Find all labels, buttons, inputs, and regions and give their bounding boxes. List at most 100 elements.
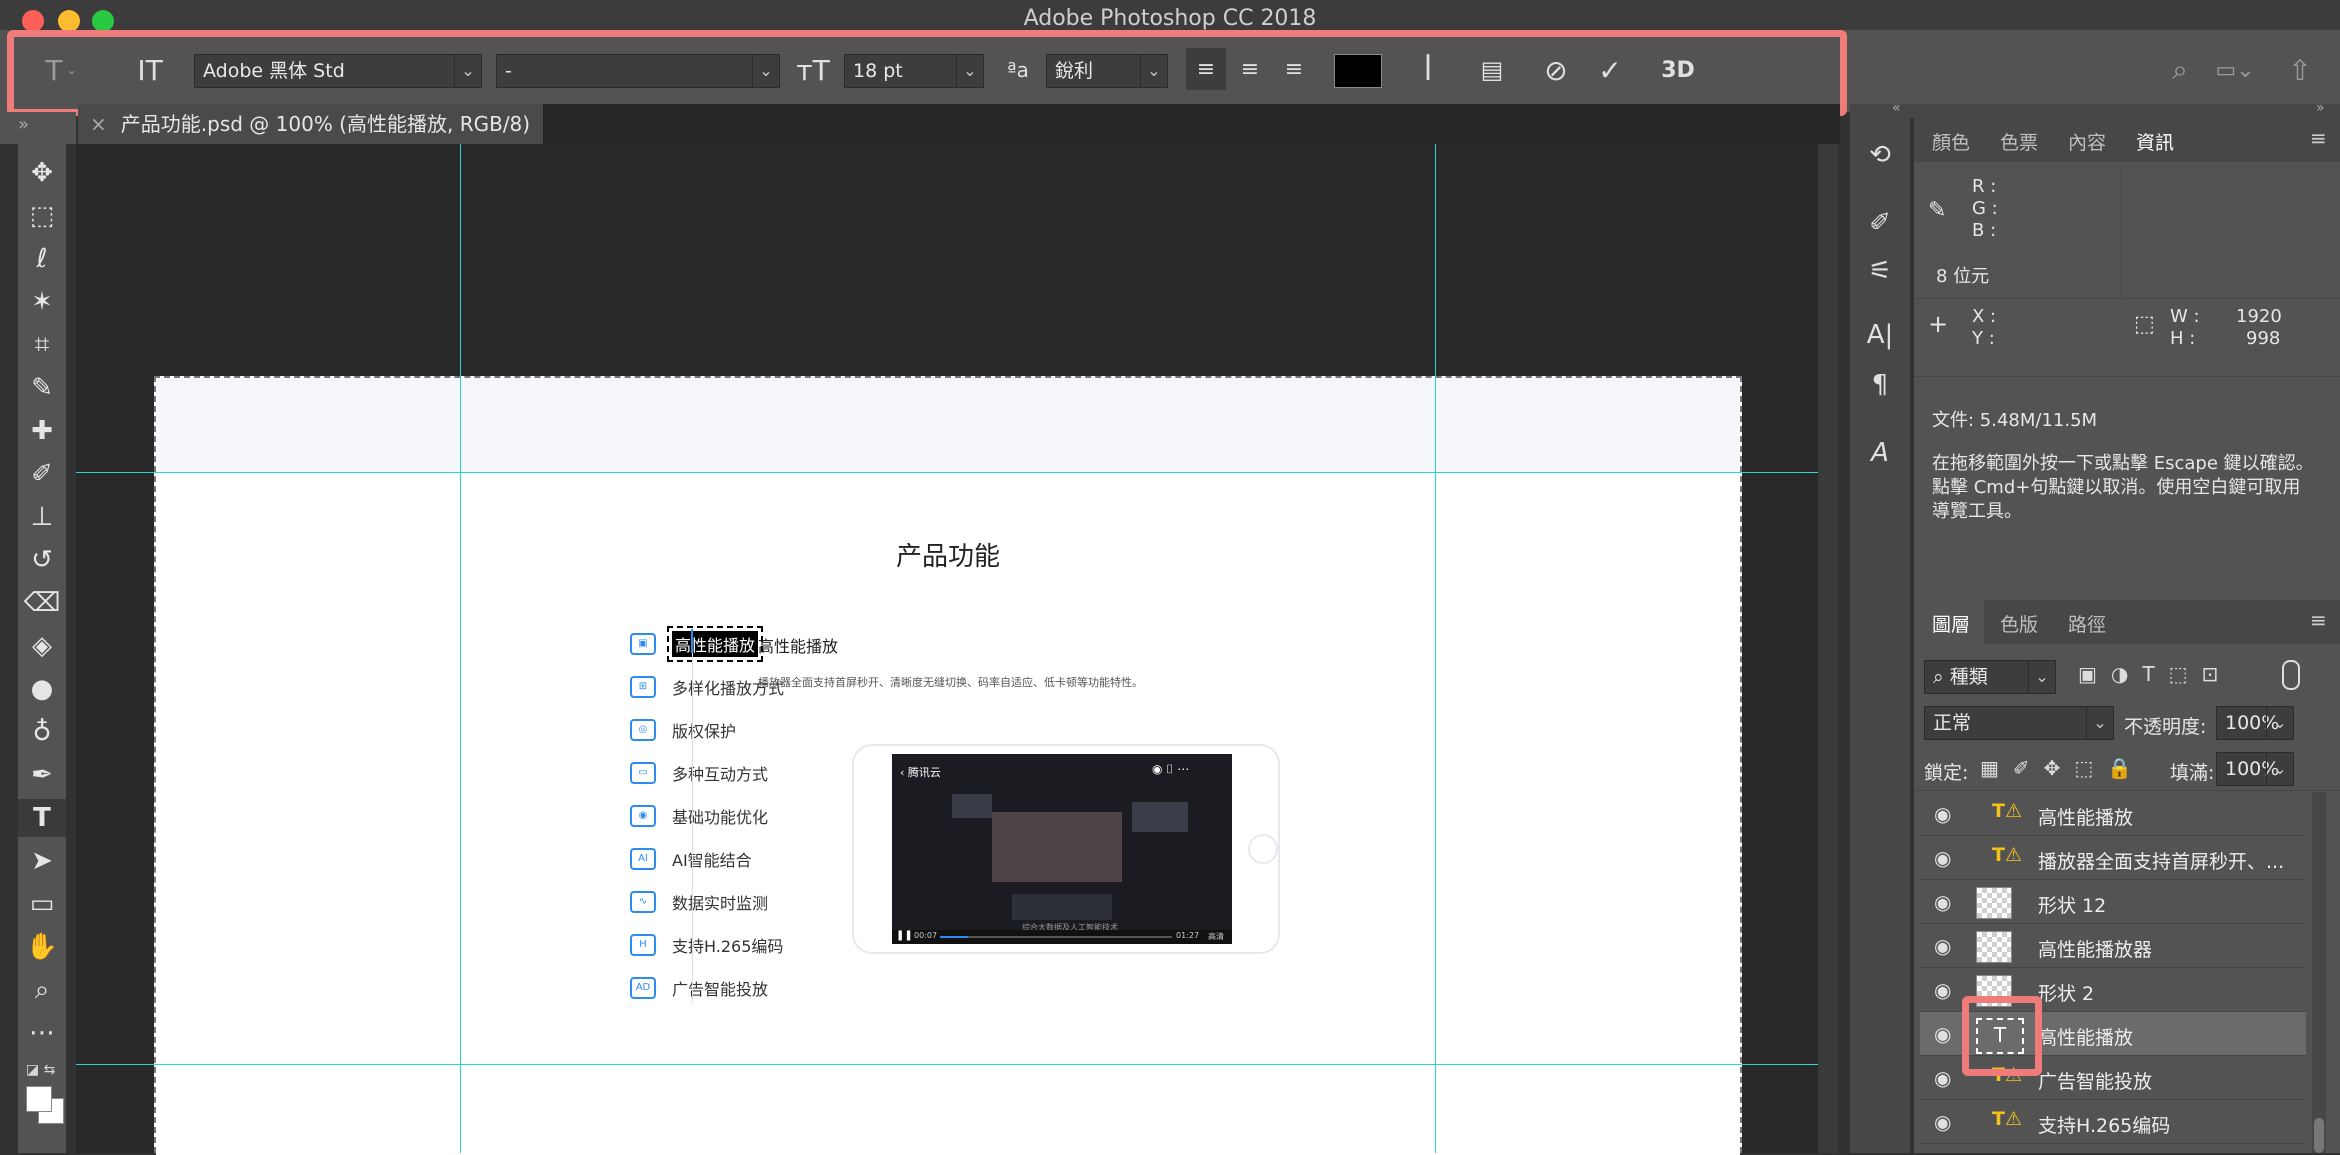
cancel-edits-icon[interactable]: ⊘ bbox=[1536, 50, 1576, 90]
tab-color[interactable]: 顏色 bbox=[1932, 128, 1970, 155]
feature-item[interactable]: AI AI智能结合 bbox=[630, 845, 752, 873]
feature-item[interactable]: ∿ 数据实时监测 bbox=[630, 888, 768, 916]
hand-tool-icon[interactable]: ✋ bbox=[18, 928, 66, 966]
tab-info[interactable]: 資訊 bbox=[2136, 128, 2174, 155]
layer-row[interactable]: ◉ 形状 12 bbox=[1920, 880, 2306, 924]
tab-properties[interactable]: 內容 bbox=[2068, 128, 2106, 155]
font-style-select[interactable]: - ⌄ bbox=[496, 54, 780, 88]
layer-filter-icons[interactable]: ▣◑T⬚⊡ bbox=[2078, 662, 2232, 686]
paint-bucket-tool-icon[interactable]: ◈ bbox=[18, 627, 66, 665]
dodge-tool-icon[interactable]: ♁ bbox=[18, 713, 66, 751]
tab-layers[interactable]: 圖層 bbox=[1932, 610, 1970, 637]
tab-channels[interactable]: 色版 bbox=[2000, 610, 2038, 637]
filter-toggle[interactable] bbox=[2282, 660, 2300, 690]
feature-item[interactable]: ◉ 基础功能优化 bbox=[630, 802, 768, 830]
feature-label-selected[interactable]: 高性能播放 bbox=[666, 626, 764, 662]
text-color-swatch[interactable] bbox=[1334, 54, 1382, 88]
feature-item[interactable]: ▭ 多种互动方式 bbox=[630, 759, 768, 787]
search-icon[interactable]: ⌕ bbox=[2160, 50, 2200, 90]
glyphs-panel-icon[interactable]: A bbox=[1850, 438, 1910, 468]
layer-row[interactable]: ◉ T⚠ 播放器全面支持首屏秒开、... bbox=[1920, 836, 2306, 880]
layer-row[interactable]: ◉ T⚠ 支持H.265编码 bbox=[1920, 1100, 2306, 1144]
lock-icons[interactable]: ▦✐✥⬚🔒 bbox=[1980, 756, 2146, 780]
anti-alias-select[interactable]: 銳利 ⌄ bbox=[1046, 54, 1168, 88]
layer-row[interactable]: ◉ 形状 2 bbox=[1920, 968, 2306, 1012]
warp-text-icon[interactable]: ꟾ bbox=[1408, 50, 1448, 90]
brush-presets-icon[interactable]: ✐ bbox=[1850, 208, 1910, 238]
magic-wand-tool-icon[interactable]: ✶ bbox=[18, 283, 66, 321]
visibility-icon[interactable]: ◉ bbox=[1934, 846, 1951, 870]
type-tool-preset-icon[interactable]: T ⌄ bbox=[36, 50, 86, 90]
blur-tool-icon[interactable]: ● bbox=[18, 670, 66, 708]
crop-tool-icon[interactable]: ⌗ bbox=[18, 326, 66, 364]
eyedropper-tool-icon[interactable]: ✎ bbox=[18, 369, 66, 407]
create-3d-button[interactable]: 3D bbox=[1656, 50, 1700, 90]
paragraph-panel-icon[interactable]: ¶ bbox=[1850, 370, 1910, 400]
marquee-tool-icon[interactable]: ⬚ bbox=[18, 197, 66, 235]
clone-stamp-tool-icon[interactable]: ⊥ bbox=[18, 498, 66, 536]
brush-tool-icon[interactable]: ✐ bbox=[18, 455, 66, 493]
artboard[interactable]: 产品功能 ▣ 高性能播放 ⊞ 多样化播放方式 ◎ 版权保护 ▭ 多种互动方式 ◉ 基础功能… bbox=[154, 376, 1742, 1155]
brush-settings-icon[interactable]: ⚟ bbox=[1850, 256, 1910, 286]
feature-item[interactable]: ◎ 版权保护 bbox=[630, 716, 736, 744]
opacity-field[interactable]: 100% ⌄ bbox=[2216, 706, 2294, 740]
document-tab[interactable]: ×产品功能.psd @ 100% (高性能播放, RGB/8) * bbox=[78, 104, 543, 176]
canvas-scrollbar[interactable] bbox=[1818, 144, 1838, 1153]
feature-item[interactable]: H 支持H.265编码 bbox=[630, 931, 783, 959]
feature-item[interactable]: ▣ 高性能播放 bbox=[630, 626, 764, 662]
commit-edits-icon[interactable]: ✓ bbox=[1590, 50, 1630, 90]
guide-vertical[interactable] bbox=[460, 144, 461, 1153]
panel-menu-icon[interactable]: ≡ bbox=[2310, 608, 2327, 632]
tab-swatches[interactable]: 色票 bbox=[2000, 128, 2038, 155]
default-colors-icon[interactable]: ◪ ⇆ bbox=[26, 1062, 55, 1078]
healing-brush-tool-icon[interactable]: ✚ bbox=[18, 412, 66, 450]
close-tab-icon[interactable]: × bbox=[90, 112, 107, 136]
player-quality[interactable]: 高清 bbox=[1208, 931, 1224, 942]
share-icon[interactable]: ⇧ bbox=[2280, 50, 2320, 90]
align-left-icon[interactable]: ≡ bbox=[1186, 48, 1226, 90]
layer-row[interactable]: ◉ 高性能播放器 bbox=[1920, 924, 2306, 968]
pen-tool-icon[interactable]: ✒ bbox=[18, 756, 66, 794]
lasso-tool-icon[interactable]: ℓ bbox=[18, 240, 66, 278]
visibility-icon[interactable]: ◉ bbox=[1934, 934, 1951, 958]
layer-row[interactable]: ◉ T⚠ 高性能播放 bbox=[1920, 792, 2306, 836]
rectangle-tool-icon[interactable]: ▭ bbox=[18, 885, 66, 923]
pause-icon[interactable]: ❚❚ bbox=[896, 930, 913, 941]
align-right-icon[interactable]: ≡ bbox=[1274, 48, 1314, 90]
layer-filter-select[interactable]: ⌕ 種類 ⌄ bbox=[1924, 660, 2056, 694]
player-controls-icon[interactable]: ◉ ⌷ ⋯ bbox=[1152, 762, 1189, 777]
more-tools-icon[interactable]: ⋯ bbox=[18, 1014, 66, 1052]
workspace-icon[interactable]: ▭⌄ bbox=[2210, 50, 2260, 90]
character-panel-icon[interactable]: ▤ bbox=[1472, 50, 1512, 90]
tab-paths[interactable]: 路徑 bbox=[2068, 610, 2106, 637]
eraser-tool-icon[interactable]: ⌫ bbox=[18, 584, 66, 622]
visibility-icon[interactable]: ◉ bbox=[1934, 1110, 1951, 1134]
visibility-icon[interactable]: ◉ bbox=[1934, 1022, 1951, 1046]
visibility-icon[interactable]: ◉ bbox=[1934, 802, 1951, 826]
toggle-text-orientation-icon[interactable]: IT bbox=[128, 50, 172, 90]
layer-row[interactable]: ◉ T⚠ 广告智能投放 bbox=[1920, 1056, 2306, 1100]
feature-item[interactable]: AD 广告智能投放 bbox=[630, 974, 768, 1002]
visibility-icon[interactable]: ◉ bbox=[1934, 978, 1951, 1002]
character-panel-icon[interactable]: A| bbox=[1850, 320, 1910, 350]
type-tool-icon[interactable]: T bbox=[18, 799, 66, 837]
align-center-icon[interactable]: ≡ bbox=[1230, 48, 1270, 90]
font-size-select[interactable]: 18 pt ⌄ bbox=[844, 54, 984, 88]
history-panel-icon[interactable]: ⟲ bbox=[1850, 140, 1910, 170]
history-brush-tool-icon[interactable]: ↺ bbox=[18, 541, 66, 579]
fill-field[interactable]: 100% ⌄ bbox=[2216, 752, 2294, 786]
guide-horizontal[interactable] bbox=[76, 1064, 1828, 1065]
panel-menu-icon[interactable]: ≡ bbox=[2310, 126, 2327, 150]
video-player[interactable]: ‹ 腾讯云 ◉ ⌷ ⋯ 综合大数据及人工智能技术 ❚❚ 00:07 01:27 … bbox=[892, 754, 1232, 944]
guide-vertical[interactable] bbox=[1435, 144, 1436, 1153]
visibility-icon[interactable]: ◉ bbox=[1934, 1066, 1951, 1090]
move-tool-icon[interactable]: ✥ bbox=[18, 154, 66, 192]
guide-horizontal[interactable] bbox=[76, 472, 1828, 473]
player-back[interactable]: ‹ 腾讯云 bbox=[900, 764, 941, 780]
visibility-icon[interactable]: ◉ bbox=[1934, 890, 1951, 914]
blend-mode-select[interactable]: 正常 ⌄ bbox=[1924, 706, 2114, 740]
zoom-tool-icon[interactable]: ⌕ bbox=[18, 971, 66, 1009]
layer-row-selected[interactable]: ◉ T 高性能播放 bbox=[1920, 1012, 2306, 1056]
font-family-select[interactable]: Adobe 黑体 Std ⌄ bbox=[194, 54, 482, 88]
path-selection-tool-icon[interactable]: ➤ bbox=[18, 842, 66, 880]
